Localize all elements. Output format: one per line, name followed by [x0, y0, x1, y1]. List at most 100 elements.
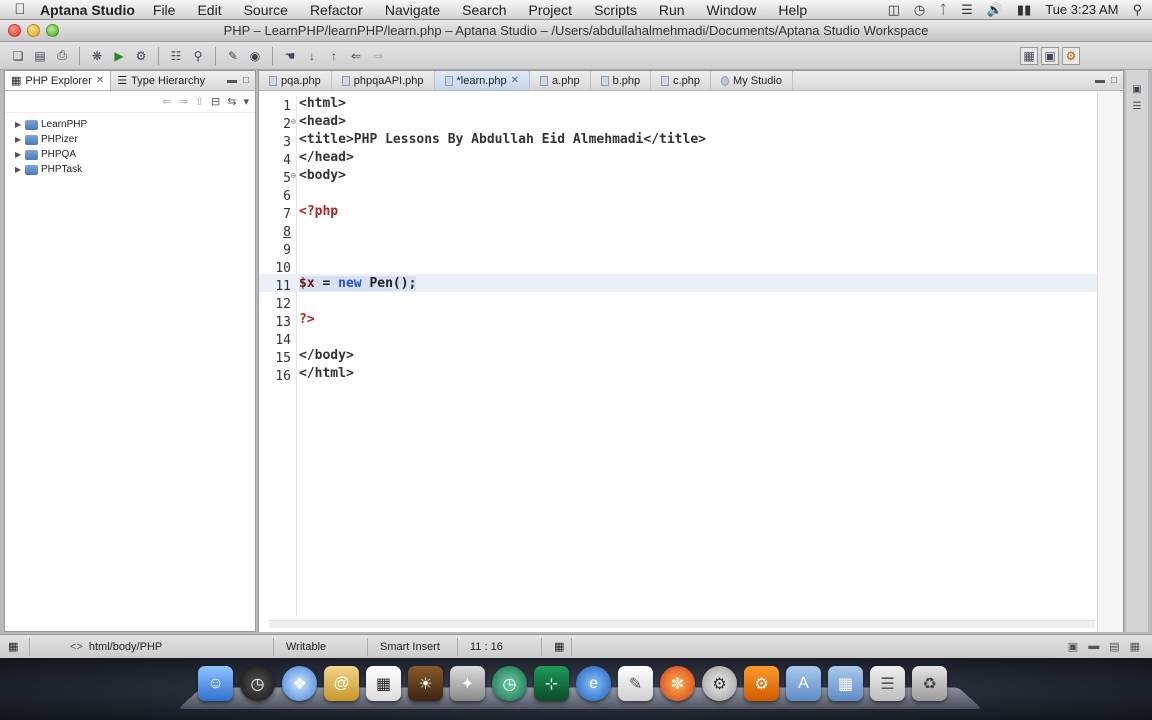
expand-arrow-icon[interactable]: ▶: [15, 150, 25, 159]
open-type-icon[interactable]: ☷: [166, 46, 186, 66]
menu-file[interactable]: File: [153, 2, 176, 18]
print-icon[interactable]: ⎙: [52, 46, 72, 66]
forward-icon[interactable]: ⇒: [179, 95, 188, 108]
code-line[interactable]: 5 ⊖ <body>: [259, 166, 1097, 186]
trash-icon[interactable]: ♻: [912, 666, 947, 701]
tree-item-phpqa[interactable]: ▶ PHPQA: [5, 147, 255, 162]
tree-item-phptask[interactable]: ▶ PHPTask: [5, 162, 255, 177]
menu-window[interactable]: Window: [707, 2, 757, 18]
php-perspective-icon[interactable]: ▣: [1041, 46, 1059, 65]
web-browser-icon[interactable]: ◉: [245, 46, 265, 66]
tab-php-explorer[interactable]: ▦ PHP Explorer ✕: [5, 71, 112, 90]
code-line[interactable]: 1 <html>: [259, 94, 1097, 114]
ie-icon[interactable]: e: [576, 666, 611, 701]
menu-edit[interactable]: Edit: [197, 2, 221, 18]
time-machine-app-icon[interactable]: ◷: [492, 666, 527, 701]
console-icon[interactable]: ▦: [1130, 640, 1140, 653]
minimize-window-icon[interactable]: [27, 24, 40, 37]
expand-arrow-icon[interactable]: ▶: [15, 165, 25, 174]
mail-icon[interactable]: @: [324, 666, 359, 701]
code-line[interactable]: 7 <?php: [259, 202, 1097, 222]
system-prefs-icon[interactable]: ⚙: [702, 666, 737, 701]
firefox-icon[interactable]: ✼: [660, 666, 695, 701]
code-line[interactable]: 2 ⊖ <head>: [259, 112, 1097, 132]
code-line[interactable]: 13 ?>: [259, 310, 1097, 330]
maximize-editor-icon[interactable]: □: [1111, 75, 1117, 86]
view-menu-icon[interactable]: ▾: [243, 95, 249, 108]
breadcrumb[interactable]: <> html/body/PHP: [30, 637, 274, 656]
fold-icon[interactable]: ⊖: [291, 171, 299, 180]
applications-folder-icon[interactable]: A: [786, 666, 821, 701]
menu-refactor[interactable]: Refactor: [310, 2, 363, 18]
forward-icon[interactable]: ⇒: [368, 46, 388, 66]
collapse-all-icon[interactable]: ⊟: [211, 95, 220, 108]
fold-icon[interactable]: ⊖: [291, 117, 299, 126]
documents-folder-icon[interactable]: ▦: [828, 666, 863, 701]
vertical-scrollbar[interactable]: [1097, 92, 1123, 632]
menu-run[interactable]: Run: [659, 2, 685, 18]
expand-arrow-icon[interactable]: ▶: [15, 135, 25, 144]
restore-icon[interactable]: ▣: [1068, 640, 1078, 653]
minimize-icon[interactable]: ▬: [1088, 640, 1099, 653]
code-line[interactable]: 15 </body>: [259, 346, 1097, 366]
tab-learn-php[interactable]: *learn.php ✕: [434, 71, 531, 90]
textedit-icon[interactable]: ✎: [618, 666, 653, 701]
link-editor-icon[interactable]: ⇆: [227, 95, 236, 108]
task-list-icon[interactable]: ▤: [1109, 640, 1119, 653]
aptana-icon[interactable]: ⚙: [744, 666, 779, 701]
code-line[interactable]: 3 <title>PHP Lessons By Abdullah Eid Alm…: [259, 130, 1097, 150]
new-file-icon[interactable]: ❏: [8, 46, 28, 66]
zoom-window-icon[interactable]: [46, 24, 59, 37]
tab-pqa-php[interactable]: pqa.php: [259, 71, 332, 90]
code-line[interactable]: 10: [259, 256, 1097, 276]
ical-icon[interactable]: ▦: [366, 666, 401, 701]
up-icon[interactable]: ⇧: [195, 95, 204, 108]
minimize-panel-icon[interactable]: ▬: [227, 75, 237, 86]
tab-b-php[interactable]: b.php: [591, 71, 652, 90]
maximize-panel-icon[interactable]: □: [243, 75, 249, 86]
safari-icon[interactable]: ❖: [282, 666, 317, 701]
menu-navigate[interactable]: Navigate: [385, 2, 440, 18]
code-line-current[interactable]: 11 $x = new Pen();: [259, 274, 1097, 294]
menu-source[interactable]: Source: [244, 2, 288, 18]
menu-scripts[interactable]: Scripts: [594, 2, 637, 18]
menubar-clock[interactable]: Tue 3:23 AM: [1045, 2, 1118, 17]
battery-icon[interactable]: ▮▮: [1017, 2, 1031, 18]
external-tools-icon[interactable]: ⚙: [131, 46, 151, 66]
close-icon[interactable]: ✕: [511, 75, 519, 86]
tab-my-studio[interactable]: My Studio: [711, 71, 793, 90]
minimize-editor-icon[interactable]: ▬: [1095, 75, 1105, 86]
open-perspective-icon[interactable]: ▦: [1020, 46, 1038, 65]
code-line[interactable]: 9: [259, 238, 1097, 258]
tab-phpqaapi-php[interactable]: phpqaAPI.php: [332, 71, 435, 90]
dashboard-icon[interactable]: ◷: [240, 666, 275, 701]
debug-icon[interactable]: ❋: [87, 46, 107, 66]
tree-item-learnphp[interactable]: ▶ LearnPHP: [5, 117, 255, 132]
tab-c-php[interactable]: c.php: [651, 71, 712, 90]
bluetooth-icon[interactable]: ᛏ: [939, 2, 947, 17]
tree-item-phpizer[interactable]: ▶ PHPizer: [5, 132, 255, 147]
iphoto-icon[interactable]: ☀: [408, 666, 443, 701]
code-line[interactable]: 6: [259, 184, 1097, 204]
restore-icon[interactable]: ▣: [1132, 84, 1141, 95]
code-line[interactable]: 16 </html>: [259, 364, 1097, 384]
outline-icon[interactable]: ☰: [1133, 101, 1142, 112]
pin-icon[interactable]: ☚: [280, 46, 300, 66]
volume-icon[interactable]: 🔊: [987, 2, 1003, 18]
spotlight-icon[interactable]: ⚲: [1132, 2, 1142, 18]
code-line[interactable]: 8: [259, 220, 1097, 240]
downloads-stack-icon[interactable]: ☰: [870, 666, 905, 701]
expand-arrow-icon[interactable]: ▶: [15, 120, 25, 129]
horizontal-scrollbar[interactable]: [269, 620, 1095, 628]
aptana-perspective-icon[interactable]: ⚙: [1062, 46, 1080, 65]
finder-icon[interactable]: ☺: [198, 666, 233, 701]
app-menu[interactable]: Aptana Studio: [40, 2, 135, 18]
fast-view-icon[interactable]: ▦: [0, 637, 30, 656]
time-machine-icon[interactable]: ◷: [914, 2, 925, 18]
next-annotation-icon[interactable]: ↓: [302, 46, 322, 66]
back-icon[interactable]: ⇐: [346, 46, 366, 66]
preview-icon[interactable]: ✦: [450, 666, 485, 701]
back-icon[interactable]: ⇐: [162, 95, 171, 108]
menu-project[interactable]: Project: [528, 2, 572, 18]
close-icon[interactable]: ✕: [96, 75, 104, 86]
